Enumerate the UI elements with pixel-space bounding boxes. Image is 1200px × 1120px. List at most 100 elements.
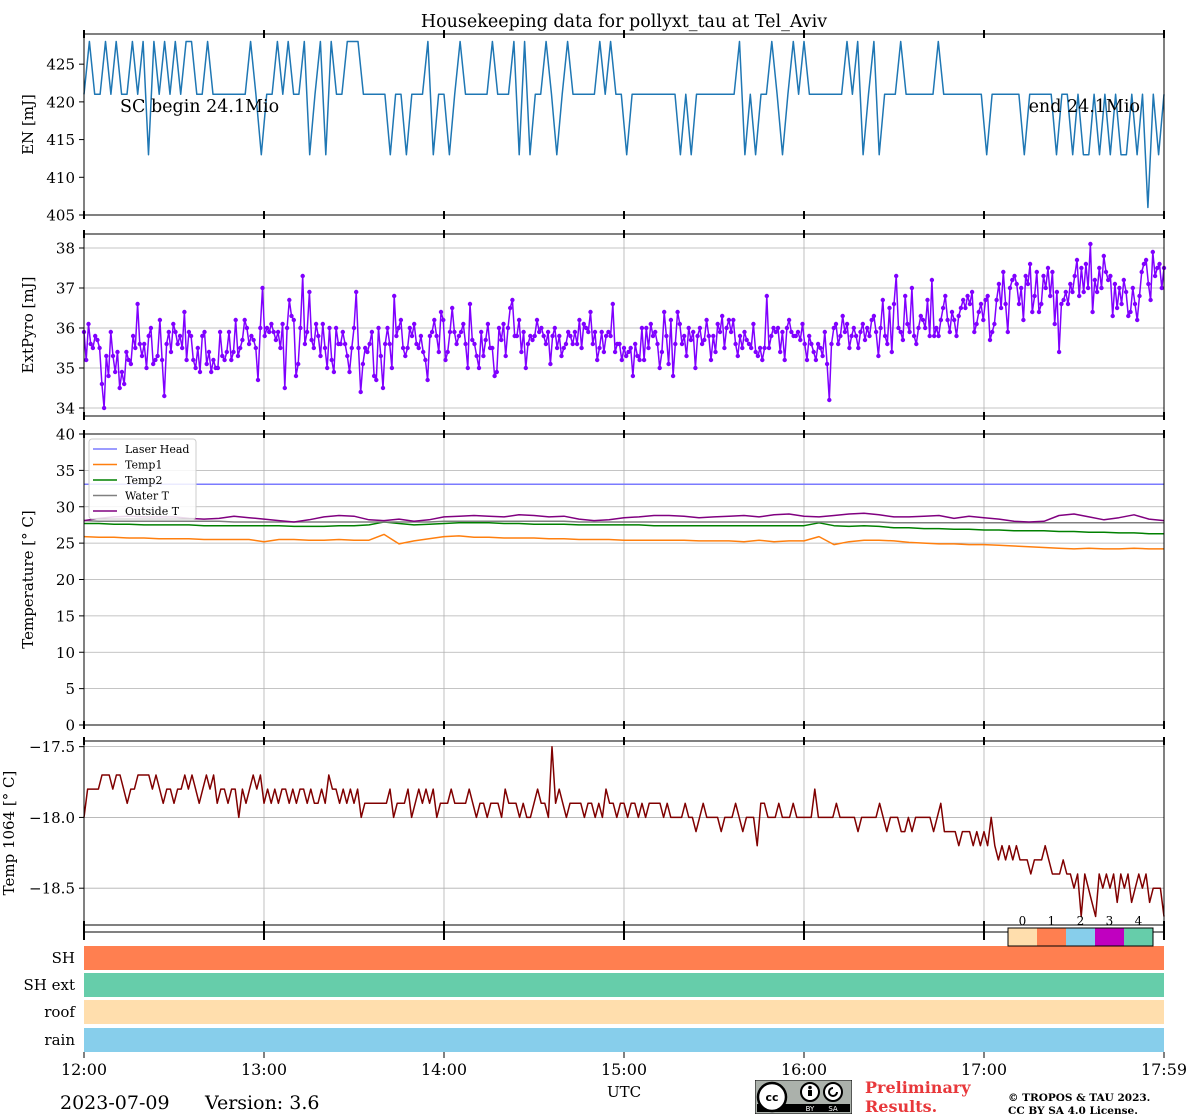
data-point-62 — [220, 353, 225, 359]
data-point-180 — [483, 337, 488, 343]
data-point-23 — [133, 345, 138, 351]
data-point-312 — [778, 349, 783, 355]
data-point-393 — [958, 305, 964, 311]
data-point-230 — [595, 357, 600, 363]
ytick-label-3: 15 — [56, 607, 75, 625]
data-point-278 — [702, 337, 707, 343]
data-point-125 — [360, 361, 366, 367]
data-point-157 — [432, 317, 437, 323]
data-point-10 — [104, 353, 109, 359]
data-point-409 — [994, 297, 999, 303]
data-point-238 — [612, 349, 618, 355]
data-point-481 — [1155, 265, 1160, 271]
data-point-256 — [653, 329, 658, 335]
data-point-478 — [1148, 297, 1153, 303]
data-point-260 — [662, 309, 667, 315]
data-point-313 — [780, 329, 785, 335]
data-point-326 — [809, 341, 814, 347]
ytick-label-1: −18.0 — [29, 809, 75, 827]
data-point-56 — [206, 349, 212, 355]
xtick-label-0: 12:00 — [61, 1060, 107, 1079]
data-point-469 — [1128, 309, 1133, 315]
data-point-382 — [934, 325, 939, 331]
data-point-34 — [157, 317, 163, 323]
data-point-325 — [807, 333, 812, 339]
data-point-455 — [1097, 265, 1102, 271]
data-point-113 — [333, 325, 339, 331]
data-point-164 — [447, 329, 453, 335]
data-point-117 — [342, 341, 348, 347]
data-point-1 — [84, 357, 89, 363]
data-point-294 — [737, 333, 743, 339]
data-point-340 — [840, 313, 845, 319]
data-point-458 — [1103, 269, 1109, 275]
ytick-label-3: 420 — [46, 93, 75, 111]
ytick-label-3: 37 — [56, 280, 75, 298]
data-point-457 — [1101, 253, 1107, 259]
data-point-460 — [1108, 273, 1113, 279]
data-point-438 — [1059, 301, 1064, 307]
data-point-192 — [510, 297, 515, 303]
data-point-93 — [289, 313, 294, 319]
data-point-214 — [559, 353, 564, 359]
data-point-332 — [822, 329, 827, 335]
data-point-187 — [499, 337, 504, 343]
data-point-202 — [532, 333, 537, 339]
data-point-283 — [713, 349, 718, 355]
data-point-276 — [697, 325, 703, 331]
status-panel: SH SH ext roof rain 12:00 13:00 14:00 15:00 16:0… — [24, 928, 1187, 1101]
data-point-347 — [856, 345, 861, 351]
colorbar-tick-4: 4 — [1135, 914, 1143, 928]
y-axis-label: Temp 1064 [° C] — [0, 771, 18, 896]
ytick-label-0: 405 — [46, 207, 75, 225]
data-point-378 — [925, 297, 930, 303]
data-point-468 — [1126, 313, 1131, 319]
data-point-245 — [628, 345, 633, 351]
data-point-165 — [450, 305, 455, 311]
xtick-label-5: 17:00 — [961, 1060, 1007, 1079]
data-point-221 — [574, 341, 580, 347]
data-point-336 — [831, 325, 836, 331]
data-point-133 — [378, 353, 383, 359]
data-point-139 — [392, 293, 397, 299]
data-point-284 — [715, 321, 720, 327]
data-point-384 — [938, 317, 944, 323]
data-point-355 — [873, 329, 879, 335]
data-point-178 — [479, 329, 484, 335]
data-point-268 — [679, 341, 685, 347]
data-point-203 — [534, 317, 540, 323]
data-point-266 — [675, 309, 680, 315]
data-point-25 — [137, 341, 142, 347]
data-point-136 — [385, 325, 390, 331]
data-point-407 — [990, 329, 995, 335]
data-point-69 — [235, 353, 241, 359]
data-point-415 — [1007, 285, 1013, 291]
data-point-134 — [380, 385, 386, 391]
data-point-179 — [481, 353, 486, 359]
data-point-17 — [119, 369, 125, 375]
data-point-61 — [217, 329, 223, 335]
xtick-label-1: 13:00 — [241, 1060, 287, 1079]
data-point-98 — [300, 273, 305, 279]
data-point-390 — [952, 317, 957, 323]
data-point-452 — [1090, 309, 1095, 315]
data-point-75 — [249, 333, 254, 339]
data-point-154 — [425, 377, 430, 383]
data-point-328 — [813, 357, 819, 363]
data-point-402 — [978, 301, 984, 307]
data-point-449 — [1083, 261, 1089, 267]
data-point-286 — [720, 313, 725, 319]
data-point-352 — [867, 333, 872, 339]
data-point-79 — [258, 325, 263, 331]
data-point-141 — [396, 325, 401, 331]
data-point-279 — [704, 317, 709, 323]
copyright-note: © TROPOS & TAU 2023. CC BY SA 4.0 Licens… — [1008, 1092, 1150, 1118]
data-point-137 — [387, 341, 392, 347]
data-point-82 — [264, 325, 270, 331]
data-point-30 — [148, 325, 154, 331]
legend-label-4: Outside T — [125, 505, 180, 518]
data-point-387 — [945, 317, 950, 323]
data-point-388 — [947, 329, 952, 335]
data-point-131 — [374, 377, 379, 383]
data-point-122 — [354, 289, 359, 295]
